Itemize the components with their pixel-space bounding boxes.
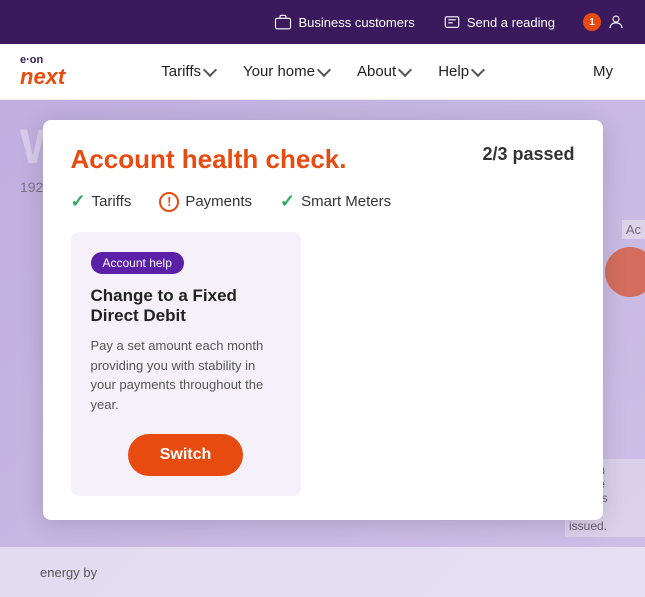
about-chevron-icon xyxy=(398,63,412,77)
check-payments: ! Payments xyxy=(159,192,252,212)
check-pass-icon-tariffs: ✓ xyxy=(71,191,86,212)
check-tariffs-label: Tariffs xyxy=(92,193,132,210)
nav-tariffs[interactable]: Tariffs xyxy=(149,57,227,86)
health-check-modal: Account health check. 2/3 passed ✓ Tarif… xyxy=(43,120,603,520)
modal-score: 2/3 passed xyxy=(482,144,574,165)
nav-about[interactable]: About xyxy=(345,57,422,86)
logo[interactable]: e·on next xyxy=(20,55,65,88)
send-reading-link[interactable]: Send a reading xyxy=(443,13,555,31)
check-payments-label: Payments xyxy=(185,193,252,210)
bottom-text: energy by xyxy=(40,565,97,580)
overlay: Account health check. 2/3 passed ✓ Tarif… xyxy=(0,100,645,597)
check-warn-icon-payments: ! xyxy=(159,192,179,212)
card-title: Change to a Fixed Direct Debit xyxy=(91,286,281,326)
nav-help[interactable]: Help xyxy=(426,57,495,86)
nav-my[interactable]: My xyxy=(581,57,625,86)
notification-badge: 1 xyxy=(583,13,601,31)
tariffs-chevron-icon xyxy=(203,63,217,77)
business-customers-link[interactable]: Business customers xyxy=(274,13,414,31)
modal-checks: ✓ Tariffs ! Payments ✓ Smart Meters xyxy=(71,191,575,212)
your-home-chevron-icon xyxy=(317,63,331,77)
check-pass-icon-smart-meters: ✓ xyxy=(280,191,295,212)
switch-button[interactable]: Switch xyxy=(128,434,244,476)
help-chevron-icon xyxy=(471,63,485,77)
account-help-card: Account help Change to a Fixed Direct De… xyxy=(71,232,301,496)
bottom-partial-content: energy by xyxy=(0,547,645,597)
briefcase-icon xyxy=(274,13,292,31)
modal-header: Account health check. 2/3 passed xyxy=(71,144,575,175)
notifications-button[interactable]: 1 xyxy=(583,13,625,31)
nav-your-home[interactable]: Your home xyxy=(231,57,341,86)
top-bar: Business customers Send a reading 1 xyxy=(0,0,645,44)
check-smart-meters-label: Smart Meters xyxy=(301,193,391,210)
send-reading-label: Send a reading xyxy=(467,15,555,30)
logo-next: next xyxy=(20,66,65,88)
nav-bar: e·on next Tariffs Your home About Help M… xyxy=(0,44,645,100)
check-smart-meters: ✓ Smart Meters xyxy=(280,191,391,212)
business-customers-label: Business customers xyxy=(298,15,414,30)
account-icon xyxy=(607,13,625,31)
check-tariffs: ✓ Tariffs xyxy=(71,191,132,212)
modal-title: Account health check. xyxy=(71,144,347,175)
card-badge: Account help xyxy=(91,252,184,274)
meter-icon xyxy=(443,13,461,31)
card-description: Pay a set amount each month providing yo… xyxy=(91,336,281,414)
